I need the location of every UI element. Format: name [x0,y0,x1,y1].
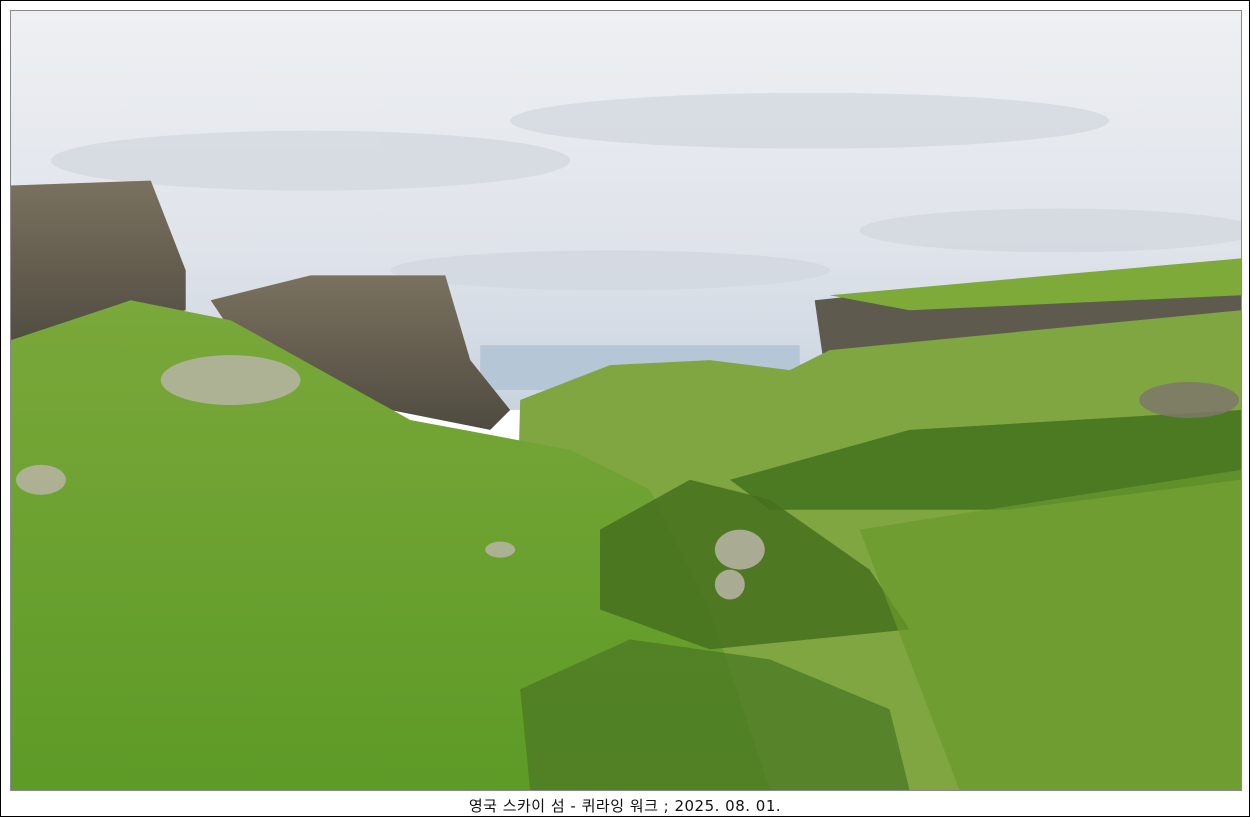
landscape-image [11,11,1241,790]
photo-caption: 영국 스카이 섬 - 퀴라잉 워크 ; 2025. 08. 01. [468,797,782,815]
landscape-photo [10,10,1242,791]
